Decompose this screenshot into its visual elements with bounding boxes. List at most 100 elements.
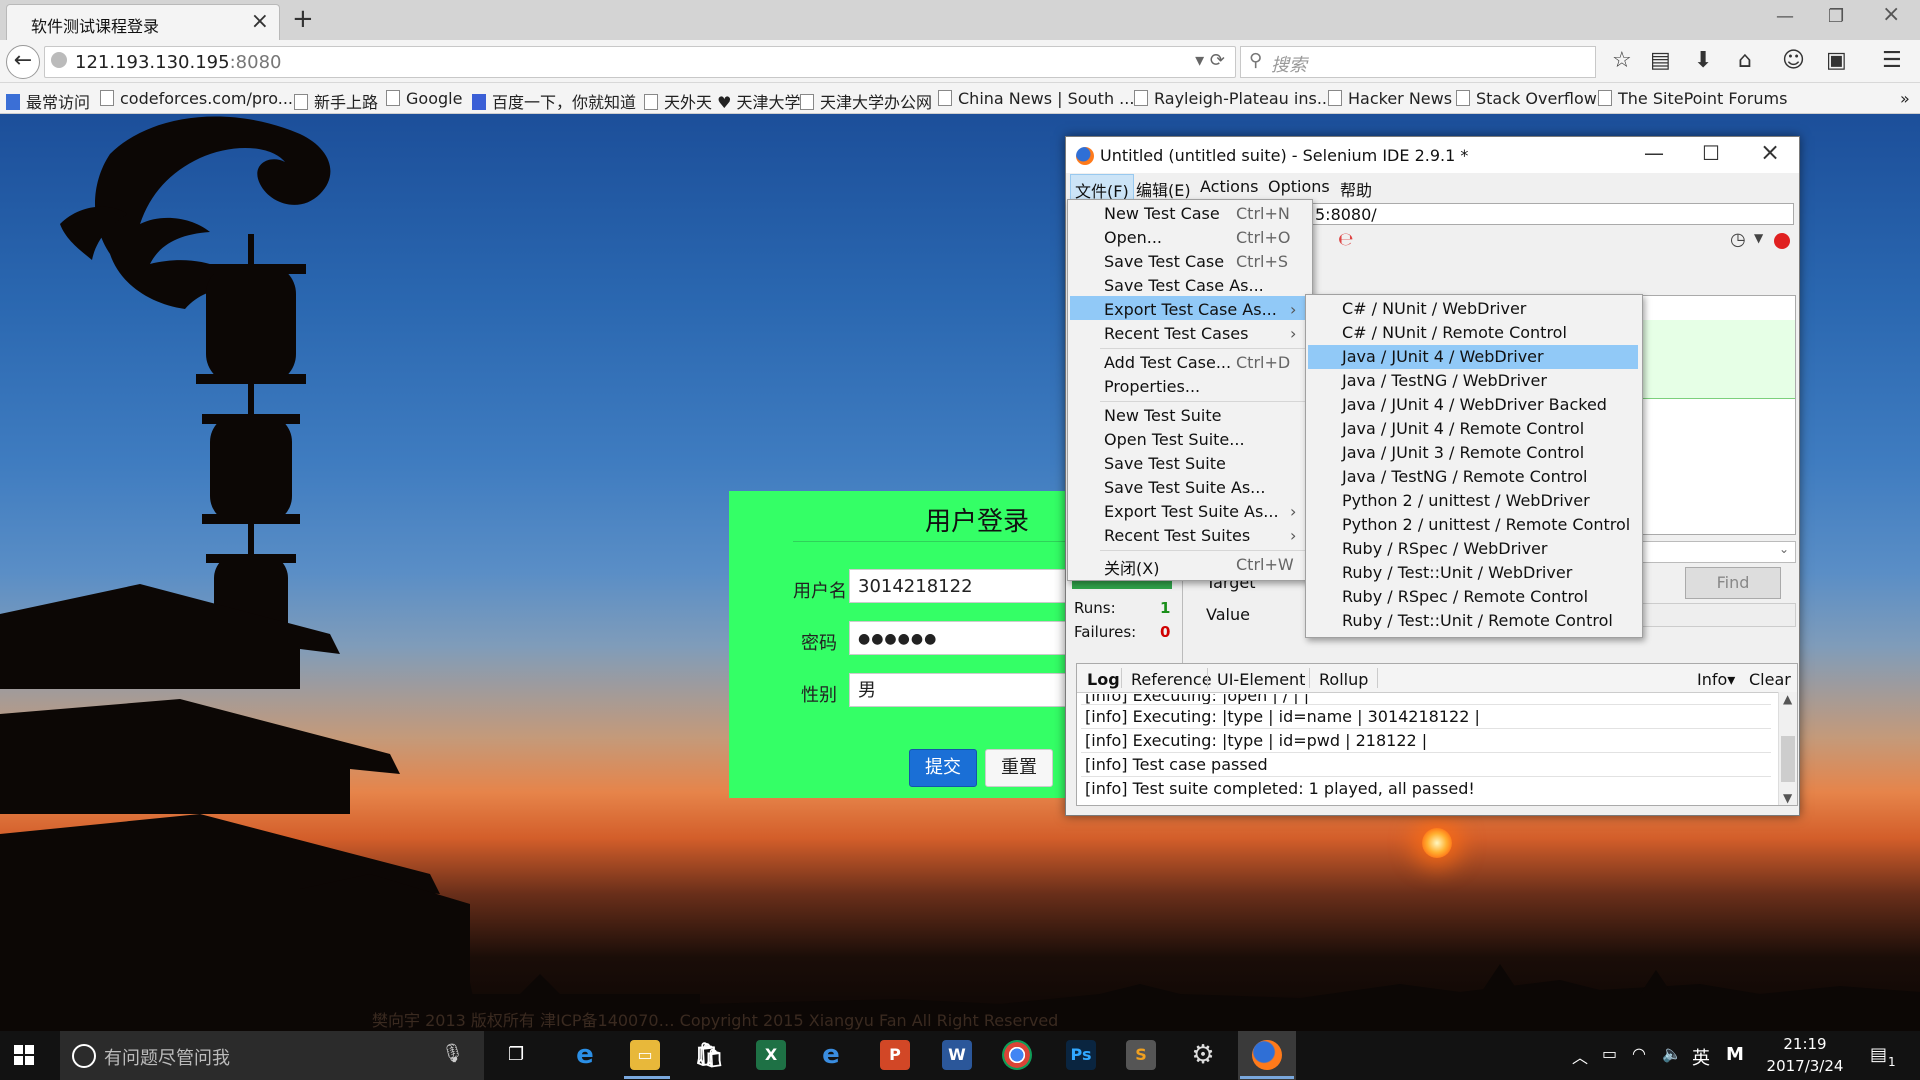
- export-option[interactable]: Java / TestNG / Remote Control: [1342, 467, 1587, 486]
- menu-item-export-test-case-as[interactable]: Export Test Case As...: [1104, 300, 1277, 319]
- menu-icon[interactable]: ☰: [1882, 48, 1902, 73]
- chat-icon[interactable]: ☺: [1782, 48, 1805, 73]
- microphone-icon[interactable]: 🎙: [441, 1043, 464, 1064]
- find-button[interactable]: Find: [1685, 567, 1781, 599]
- bookmark-item[interactable]: Google: [386, 89, 462, 108]
- browser-tab[interactable]: 软件测试课程登录 ×: [6, 4, 280, 41]
- bookmark-item[interactable]: Hacker News: [1328, 89, 1452, 108]
- log-clear-button[interactable]: Clear: [1749, 670, 1791, 689]
- scroll-up-icon[interactable]: ▲: [1783, 692, 1792, 706]
- edge-icon[interactable]: e: [570, 1040, 600, 1070]
- downloads-icon[interactable]: ⬇: [1694, 48, 1712, 73]
- bookmark-most-visited[interactable]: 最常访问: [6, 89, 90, 113]
- bookmark-item[interactable]: The SitePoint Forums: [1598, 89, 1787, 108]
- export-option[interactable]: C# / NUnit / Remote Control: [1342, 323, 1567, 342]
- menu-item-save-test-suite-as[interactable]: Save Test Suite As...: [1104, 478, 1265, 497]
- home-icon[interactable]: ⌂: [1738, 48, 1752, 73]
- menu-item-recent-test-cases[interactable]: Recent Test Cases: [1104, 324, 1248, 343]
- reset-button[interactable]: 重置: [985, 749, 1053, 787]
- export-option[interactable]: Java / TestNG / WebDriver: [1342, 371, 1547, 390]
- bookmark-item[interactable]: 天津大学办公网: [800, 89, 932, 113]
- gender-input[interactable]: 男: [849, 673, 1069, 707]
- tab-log[interactable]: Log: [1087, 670, 1120, 689]
- bookmark-item[interactable]: Stack Overflow: [1456, 89, 1597, 108]
- password-input[interactable]: ●●●●●●: [849, 621, 1069, 655]
- restore-icon[interactable]: ❐: [1828, 6, 1844, 27]
- menu-actions[interactable]: Actions: [1200, 177, 1258, 196]
- reload-icon[interactable]: ▾ ⟳: [1195, 50, 1225, 71]
- menu-item-new-test-suite[interactable]: New Test Suite: [1104, 406, 1221, 425]
- menu-edit[interactable]: 编辑(E): [1136, 177, 1191, 201]
- bookmark-item[interactable]: China News | South ...: [938, 89, 1134, 108]
- export-option[interactable]: Java / JUnit 4 / Remote Control: [1342, 419, 1584, 438]
- close-window-icon[interactable]: ×: [1882, 2, 1900, 27]
- settings-gear-icon[interactable]: ⚙: [1188, 1040, 1218, 1070]
- file-explorer-icon[interactable]: ▭: [630, 1040, 660, 1070]
- minimize-icon[interactable]: —: [1776, 6, 1794, 27]
- export-option[interactable]: Ruby / Test::Unit / WebDriver: [1342, 563, 1572, 582]
- powerpoint-icon[interactable]: P: [880, 1040, 910, 1070]
- menu-item-recent-test-suites[interactable]: Recent Test Suites: [1104, 526, 1250, 545]
- menu-item-open[interactable]: Open...: [1104, 228, 1162, 247]
- export-option[interactable]: Ruby / Test::Unit / Remote Control: [1342, 611, 1613, 630]
- close-tab-icon[interactable]: ×: [251, 9, 269, 34]
- bookmarks-library-icon[interactable]: ▤: [1650, 48, 1671, 73]
- export-option[interactable]: Python 2 / unittest / Remote Control: [1342, 515, 1630, 534]
- tab-ui-element[interactable]: UI-Element: [1217, 670, 1305, 689]
- menu-item-open-test-suite[interactable]: Open Test Suite...: [1104, 430, 1245, 449]
- export-option[interactable]: Java / JUnit 3 / Remote Control: [1342, 443, 1584, 462]
- export-option-selected[interactable]: Java / JUnit 4 / WebDriver: [1342, 347, 1544, 366]
- bookmark-item[interactable]: 百度一下，你就知道: [472, 89, 636, 113]
- selenium-icon[interactable]: ▣: [1826, 48, 1847, 73]
- bookmark-star-icon[interactable]: ☆: [1612, 48, 1632, 73]
- speed-dropdown-icon[interactable]: ▼: [1754, 231, 1763, 245]
- log-scroll-thumb[interactable]: [1781, 736, 1795, 782]
- sublime-text-icon[interactable]: S: [1126, 1040, 1156, 1070]
- new-tab-icon[interactable]: +: [292, 4, 314, 34]
- export-option[interactable]: Ruby / RSpec / Remote Control: [1342, 587, 1588, 606]
- clock-date[interactable]: 2017/3/24: [1764, 1057, 1846, 1075]
- log-level-dropdown[interactable]: Info▾: [1697, 670, 1735, 689]
- address-bar[interactable]: 121.193.130.195:8080 ▾ ⟳: [44, 46, 1236, 78]
- ide-minimize-icon[interactable]: —: [1644, 141, 1664, 165]
- tab-rollup[interactable]: Rollup: [1319, 670, 1368, 689]
- bookmark-item[interactable]: 天外天 ♥ 天津大学: [644, 89, 801, 113]
- search-box[interactable]: ⚲ 搜索: [1240, 46, 1596, 78]
- bookmark-item[interactable]: codeforces.com/pro...: [100, 89, 293, 108]
- tray-expand-icon[interactable]: ︿: [1572, 1044, 1588, 1068]
- username-input[interactable]: 3014218122: [849, 569, 1069, 603]
- photoshop-icon[interactable]: Ps: [1066, 1040, 1096, 1070]
- taskbar-search[interactable]: 有问题尽管问我 🎙: [60, 1031, 484, 1080]
- firefox-taskbar-icon[interactable]: [1252, 1040, 1282, 1070]
- action-center-icon[interactable]: ▤: [1870, 1044, 1887, 1065]
- menu-item-save-test-case[interactable]: Save Test Case: [1104, 252, 1224, 271]
- menu-item-close[interactable]: 关闭(X): [1104, 555, 1159, 579]
- word-icon[interactable]: W: [942, 1040, 972, 1070]
- windows-start-icon[interactable]: [14, 1045, 36, 1067]
- ide-close-icon[interactable]: ×: [1760, 138, 1780, 166]
- wifi-icon[interactable]: ◠: [1632, 1044, 1646, 1063]
- internet-explorer-icon[interactable]: e: [816, 1040, 846, 1070]
- record-icon[interactable]: [1774, 233, 1790, 249]
- battery-icon[interactable]: ▭: [1602, 1044, 1617, 1063]
- export-option[interactable]: Ruby / RSpec / WebDriver: [1342, 539, 1547, 558]
- scroll-down-icon[interactable]: ▼: [1783, 791, 1792, 805]
- export-option[interactable]: Python 2 / unittest / WebDriver: [1342, 491, 1590, 510]
- volume-icon[interactable]: 🔈: [1662, 1044, 1682, 1063]
- ime-indicator[interactable]: 英: [1692, 1044, 1710, 1070]
- menu-item-export-test-suite-as[interactable]: Export Test Suite As...: [1104, 502, 1279, 521]
- excel-icon[interactable]: X: [756, 1040, 786, 1070]
- task-view-icon[interactable]: ❐: [508, 1044, 524, 1065]
- menu-item-save-test-case-as[interactable]: Save Test Case As...: [1104, 276, 1264, 295]
- bookmark-item[interactable]: Rayleigh-Plateau ins...: [1134, 89, 1332, 108]
- menu-item-properties[interactable]: Properties...: [1104, 377, 1200, 396]
- site-info-icon[interactable]: [51, 52, 67, 68]
- menu-item-new-test-case[interactable]: New Test Case: [1104, 204, 1220, 223]
- chrome-icon[interactable]: [1002, 1040, 1032, 1070]
- export-option[interactable]: Java / JUnit 4 / WebDriver Backed: [1342, 395, 1607, 414]
- menu-item-save-test-suite[interactable]: Save Test Suite: [1104, 454, 1226, 473]
- bookmark-item[interactable]: 新手上路: [294, 89, 378, 113]
- ide-maximize-icon[interactable]: ☐: [1702, 141, 1720, 165]
- store-icon[interactable]: 🛍: [694, 1040, 724, 1070]
- rollup-icon[interactable]: ℮: [1338, 229, 1353, 250]
